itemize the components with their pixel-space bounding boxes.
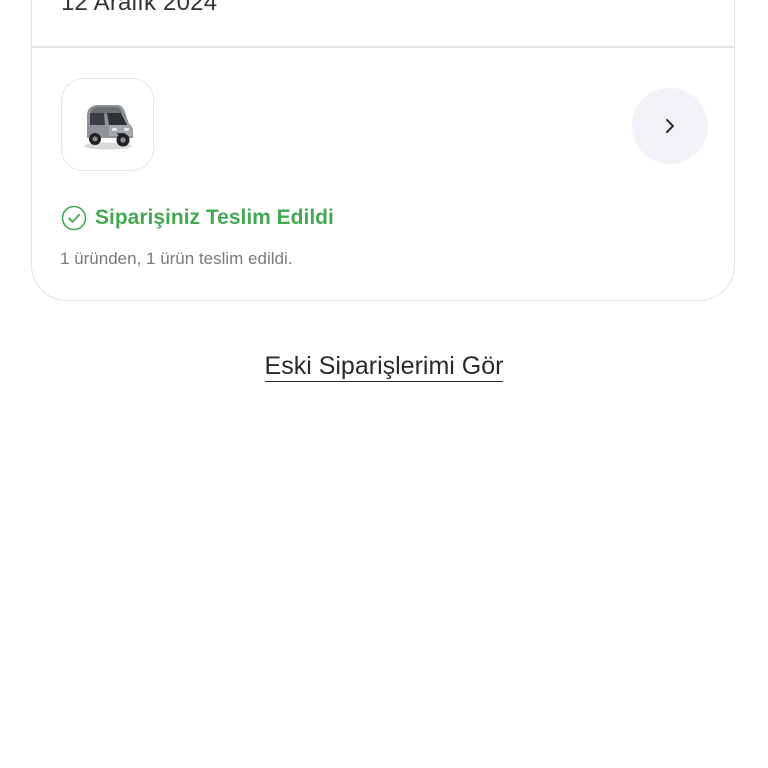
car-image: [83, 104, 133, 149]
card-divider: [32, 46, 734, 48]
check-circle-icon: [61, 205, 87, 231]
product-thumbnail[interactable]: [61, 78, 154, 171]
order-card[interactable]: 12 Aralık 2024 Siparişiniz Teslim Edildi…: [31, 0, 735, 301]
old-orders-link-container: Eski Siparişlerimi Gör: [0, 352, 768, 382]
orders-page: 12 Aralık 2024 Siparişiniz Teslim Edildi…: [0, 0, 768, 768]
old-orders-link[interactable]: Eski Siparişlerimi Gör: [264, 352, 504, 382]
delivery-status: Siparişiniz Teslim Edildi: [61, 205, 334, 231]
delivery-status-title: Siparişiniz Teslim Edildi: [95, 206, 334, 229]
order-detail-button[interactable]: [632, 88, 708, 164]
order-date: 12 Aralık 2024: [61, 0, 218, 16]
chevron-right-icon: [666, 119, 674, 133]
delivery-status-detail: 1 üründen, 1 ürün teslim edildi.: [60, 249, 293, 268]
